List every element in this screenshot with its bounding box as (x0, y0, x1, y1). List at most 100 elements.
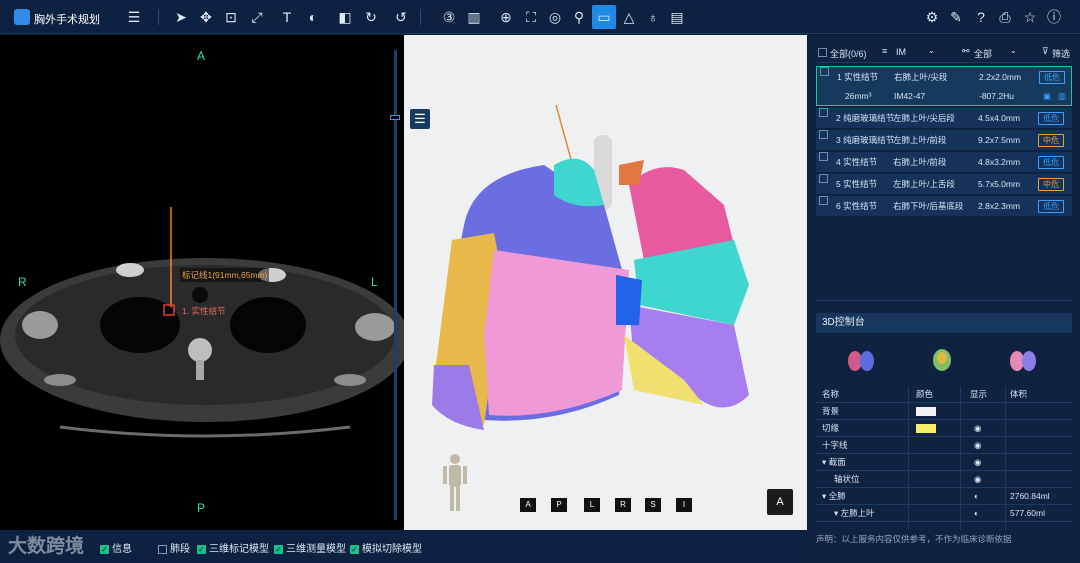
cone-icon[interactable]: △ (620, 8, 638, 26)
chevron-down-icon[interactable]: ⌄ (1010, 46, 1017, 55)
nodule-model-icon[interactable] (929, 346, 955, 374)
slice-scroll-thumb[interactable] (390, 115, 400, 120)
compass-icon[interactable]: ◎ (546, 8, 564, 26)
star-icon[interactable]: ☆ (1021, 8, 1039, 26)
fit-icon[interactable]: ⛶ (522, 8, 540, 26)
select-all-checkbox[interactable] (818, 47, 827, 58)
row-name: 背景 (822, 406, 840, 416)
opacity-icon[interactable]: ◐ (974, 505, 979, 522)
nodule-row-4[interactable]: 4 实性结节 右肺上叶/前段 4.8x3.2mm 低危 (816, 152, 1072, 173)
col-show: 显示 (970, 389, 988, 399)
text-icon[interactable]: T (278, 8, 296, 26)
row-volume: 577.60ml (1010, 508, 1045, 518)
nodule-row-1[interactable]: 1 实性结节 右肺上叶/尖段 2.2x2.0mm 低危 26mm³ IM42-4… (816, 66, 1072, 106)
3d-measure-toggle[interactable]: ✓ 三维测量模型 (274, 540, 346, 555)
filter-icon[interactable]: ⊽ (1042, 46, 1049, 57)
nodule-label[interactable]: 1. 实性结节 (182, 305, 225, 317)
crosshair-icon[interactable]: ⊕ (497, 8, 515, 26)
menu-icon[interactable]: ☰ (125, 8, 143, 26)
chevron-down-icon[interactable]: ⌄ (928, 46, 935, 55)
opacity-icon[interactable]: ◐ (974, 488, 979, 505)
segment-toggle[interactable]: 肺段 (158, 540, 190, 555)
resection-toggle[interactable]: ✓ 模拟切除模型 (350, 540, 422, 555)
nodule-name: 6 实性结节 (836, 201, 878, 211)
table-row[interactable]: 十字线 ◉ (816, 437, 1072, 454)
view-button-l[interactable]: L (584, 498, 600, 512)
nodule-filter-bar: 全部(0/6) ≡ IM ⌄ ⚯ 全部 ⌄ ⊽ 筛选 (816, 43, 1072, 63)
control3d-title: 3D控制台 (816, 313, 1072, 333)
eye-icon[interactable]: ◉ (974, 420, 981, 437)
col-name: 名称 (822, 389, 840, 399)
row-name: 轴状位 (834, 474, 860, 484)
im-select[interactable]: IM (896, 47, 906, 57)
view-button-p[interactable]: P (551, 498, 567, 512)
eye-icon[interactable]: ◉ (974, 437, 981, 454)
zoom-icon[interactable]: ⊡ (222, 8, 240, 26)
body-orientation-icon[interactable] (440, 453, 470, 513)
table-row[interactable]: ▾ 全肺 ◐ 2760.84ml (816, 488, 1072, 505)
delete-icon[interactable]: ▥ (1058, 86, 1066, 107)
3d-marker-toggle[interactable]: ✓ 三维标记模型 (197, 540, 269, 555)
folder-icon[interactable]: ⎙ (996, 8, 1014, 26)
3d-marker-toggle-label: 三维标记模型 (209, 544, 269, 555)
current-view-indicator[interactable]: A (767, 489, 793, 515)
table-row[interactable]: ▾ 左肺上叶 ◐ 577.60ml (816, 505, 1072, 522)
view-button-i[interactable]: I (676, 498, 692, 512)
segment-model-icon[interactable] (1008, 346, 1038, 374)
nodule-location: 左肺上叶/上舌段 (893, 179, 955, 189)
view-button-r[interactable]: R (615, 498, 631, 512)
3d-viewer[interactable] (404, 35, 807, 530)
list-toggle-icon[interactable]: ☰ (410, 109, 430, 129)
nodule-row-6[interactable]: 6 实性结节 右肺下叶/后基底段 2.8x2.3mm 低危 (816, 196, 1072, 217)
table-row[interactable]: ▾ 截面 ◉ (816, 454, 1072, 471)
window-level-icon[interactable]: ◐ (304, 8, 322, 26)
report-icon[interactable]: ▤ (668, 8, 686, 26)
sort-icon[interactable]: ≡ (882, 46, 887, 56)
edit-icon[interactable]: ✎ (947, 8, 965, 26)
move-icon[interactable]: ✥ (197, 8, 215, 26)
rotate-icon[interactable]: ↻ (362, 8, 380, 26)
row-name: 十字线 (822, 440, 848, 450)
layout-icon[interactable]: ▥ (465, 8, 483, 26)
slice-scrollbar[interactable] (394, 50, 397, 520)
pointer-icon[interactable]: ➤ (172, 8, 190, 26)
color-swatch[interactable] (916, 407, 936, 416)
ruler-icon[interactable]: ▭ (592, 5, 616, 29)
3d-icon[interactable]: ③ (440, 8, 458, 26)
marker-icon[interactable]: ⚲ (570, 8, 588, 26)
lung-model-icon[interactable] (846, 346, 876, 374)
table-row[interactable]: 轴状位 ◉ (816, 471, 1072, 488)
measure-line-icon[interactable]: ⤢ (248, 8, 266, 26)
col-volume: 体积 (1010, 389, 1028, 399)
reset-icon[interactable]: ↺ (392, 8, 410, 26)
eye-icon[interactable]: ◉ (974, 454, 981, 471)
nodule-name: 4 实性结节 (836, 157, 878, 167)
save-icon[interactable]: ▣ (1043, 86, 1051, 107)
table-header: 名称 颜色 显示 体积 (816, 386, 1072, 403)
nodule-row-2[interactable]: 2 纯磨玻璃结节 左肺上叶/尖后段 4.5x4.0mm 低危 (816, 108, 1072, 129)
balloon-icon[interactable]: ♁ (644, 8, 662, 26)
nodule-size: 2.2x2.0mm (979, 72, 1022, 82)
table-row[interactable]: 切缘 ◉ (816, 420, 1072, 437)
color-swatch[interactable] (916, 424, 936, 433)
settings-icon[interactable]: ⚙ (923, 8, 941, 26)
invert-icon[interactable]: ◧ (336, 8, 354, 26)
help-icon[interactable]: ? (972, 8, 990, 26)
eye-icon[interactable]: ◉ (974, 471, 981, 488)
nodule-slice: IM42-47 (894, 91, 926, 101)
control3d-table: 名称 颜色 显示 体积 背景 切缘 ◉ 十字线 ◉ ▾ 截面 ◉ 轴状位 ◉ ▾… (816, 386, 1072, 522)
ct-viewer[interactable]: A P R L 标记线1(91mm,65mm) 1. 实性结节 (0, 35, 404, 530)
view-button-a[interactable]: A (520, 498, 536, 512)
info-icon[interactable]: ⓘ (1045, 8, 1063, 26)
nodule-size: 9.2x7.5mm (978, 135, 1021, 145)
type-select[interactable]: 全部 (974, 47, 992, 60)
info-toggle[interactable]: ✓ 信息 (100, 540, 132, 555)
ct-slice-image (0, 207, 404, 438)
filter-button[interactable]: 筛选 (1052, 47, 1070, 60)
nodule-row-3[interactable]: 3 纯磨玻璃结节 左肺上叶/前段 9.2x7.5mm 中危 (816, 130, 1072, 151)
nodule-row-5[interactable]: 5 实性结节 左肺上叶/上舌段 5.7x5.0mm 中危 (816, 174, 1072, 195)
view-button-s[interactable]: S (645, 498, 661, 512)
table-row[interactable]: 背景 (816, 403, 1072, 420)
table-col-divider (1005, 386, 1006, 530)
measure-annotation[interactable]: 标记线1(91mm,65mm) (180, 268, 270, 282)
